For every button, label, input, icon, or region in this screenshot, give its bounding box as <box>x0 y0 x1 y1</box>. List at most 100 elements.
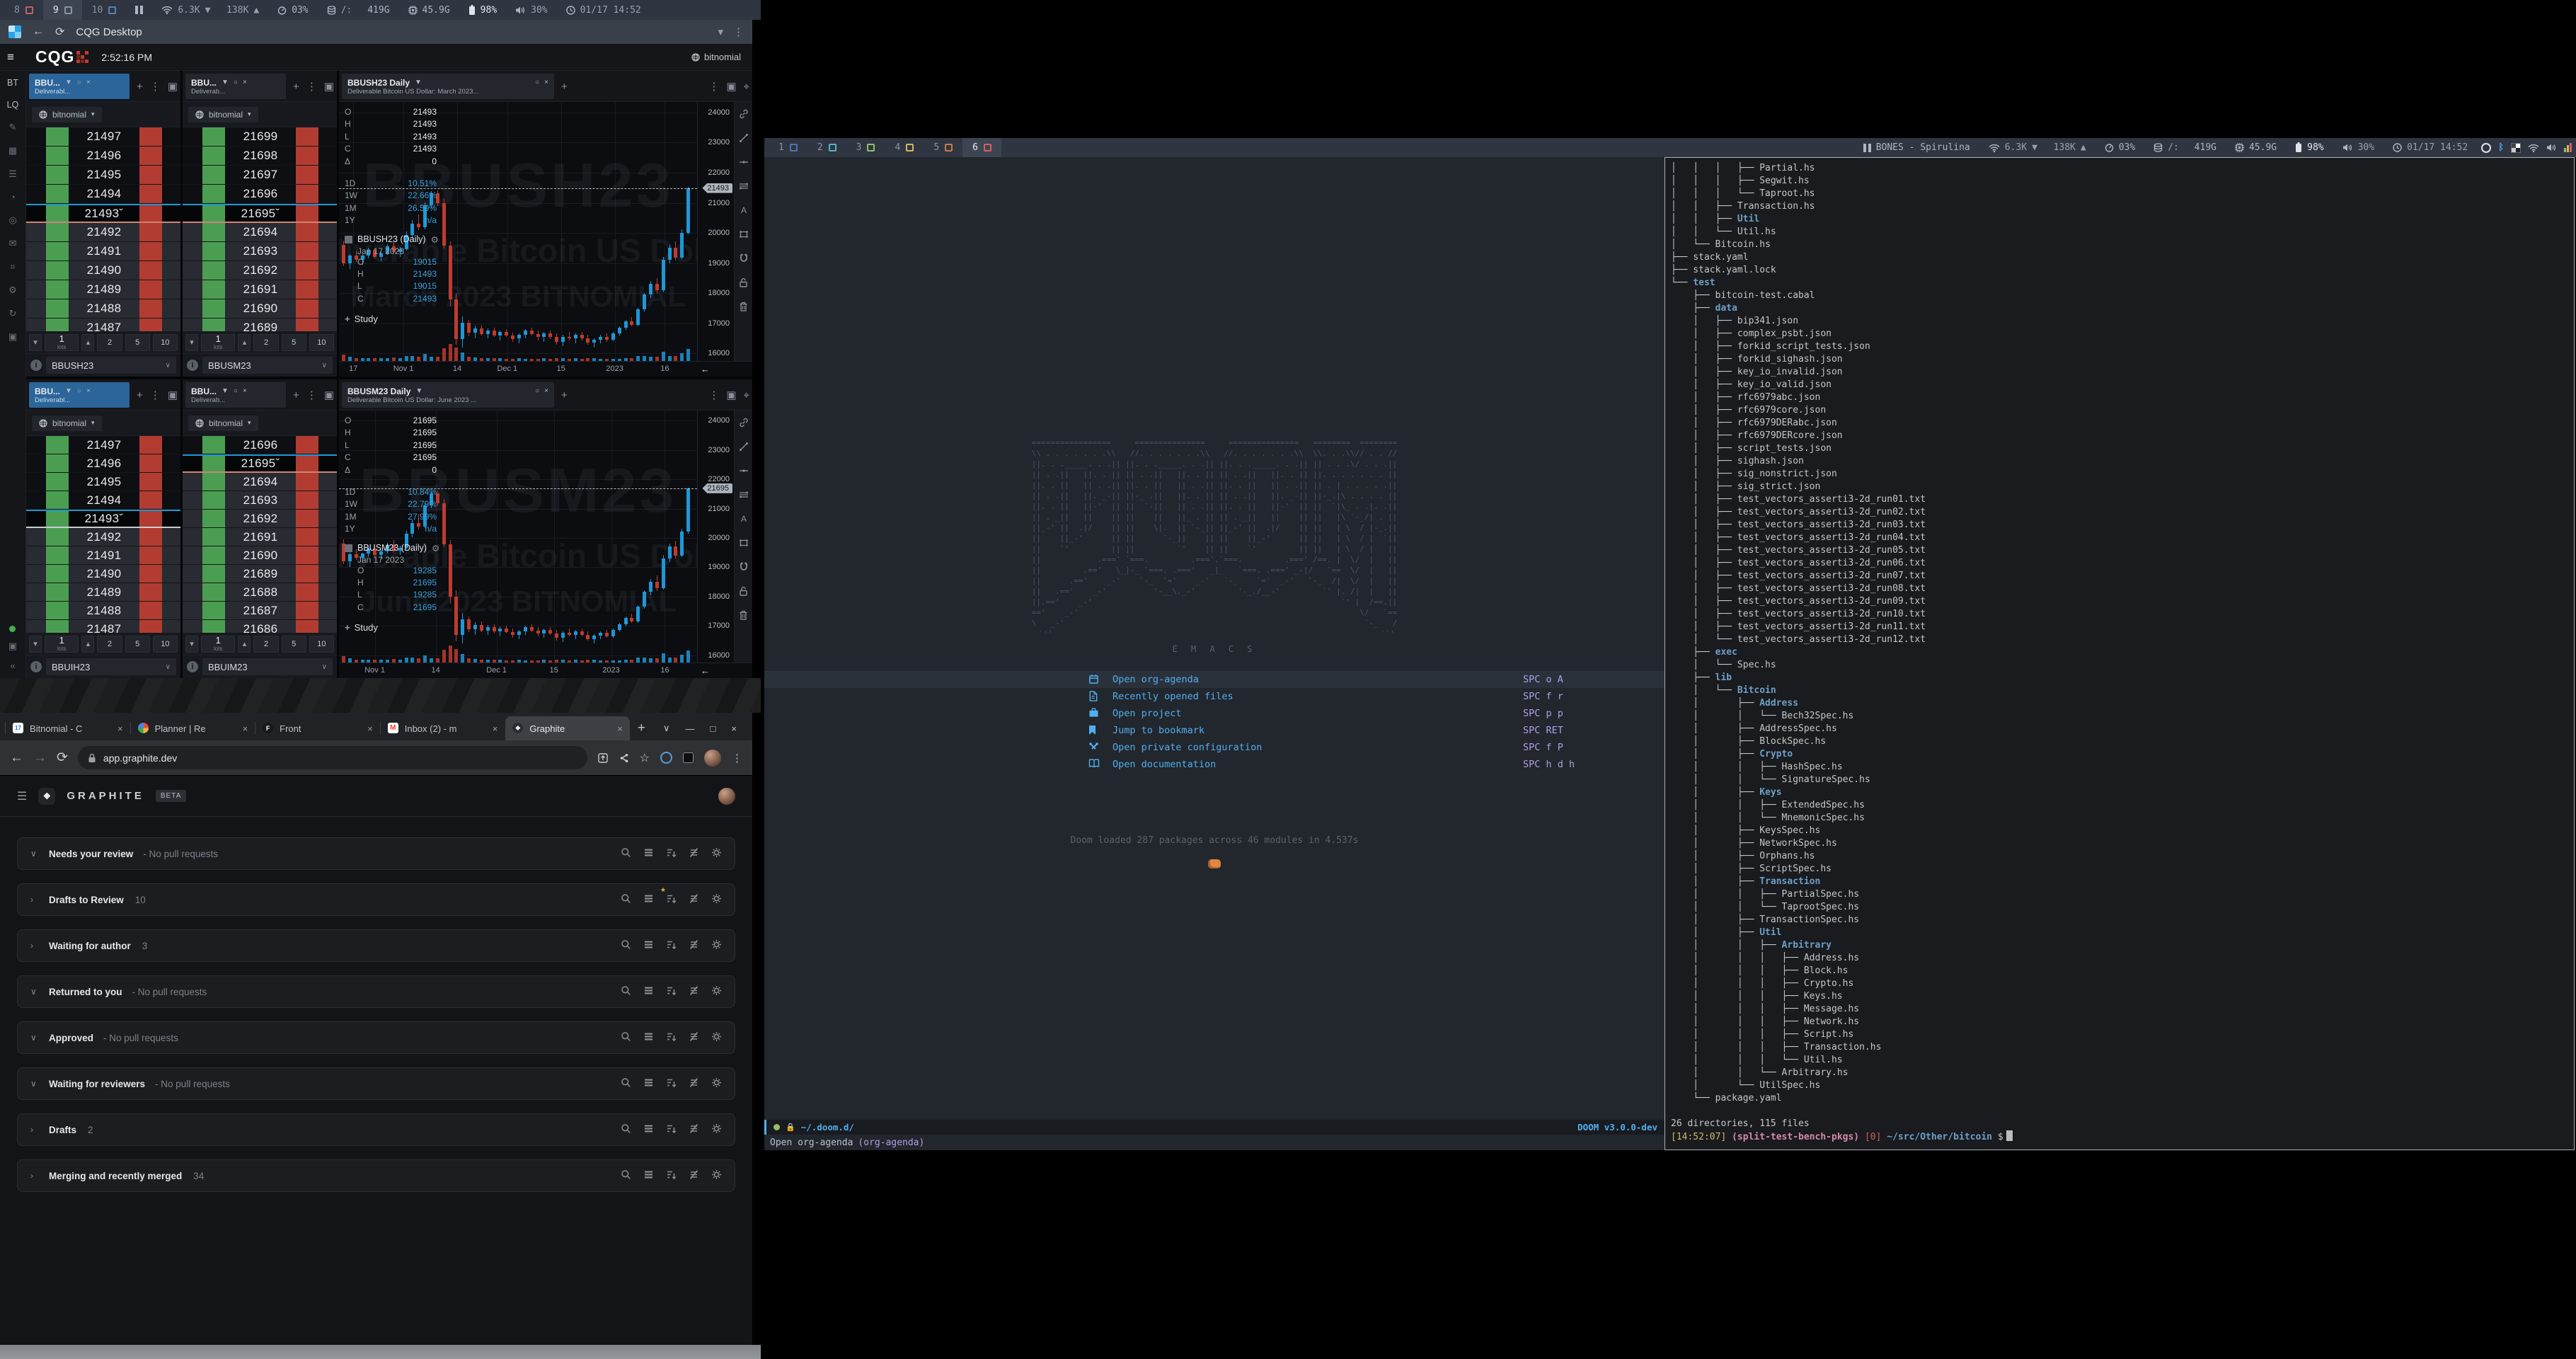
bid-cell[interactable] <box>202 602 225 619</box>
chart-legend[interactable]: BBUSH23 (Daily)⚙Jan 17 2023O19015H21493L… <box>345 234 439 306</box>
order-cell[interactable] <box>162 546 180 564</box>
qty-preset-10[interactable]: 10 <box>309 636 334 653</box>
ask-cell[interactable] <box>139 205 162 222</box>
tab-close-icon[interactable]: × <box>367 723 373 734</box>
list-view-icon[interactable] <box>643 985 654 998</box>
bid-cell[interactable] <box>202 242 225 260</box>
x-axis[interactable]: 17Nov 114Dec 115202316← <box>339 361 752 377</box>
forward-button[interactable]: → <box>33 750 47 766</box>
order-cell[interactable] <box>162 280 180 299</box>
ladder-row[interactable]: 21690 <box>183 546 337 565</box>
order-cell[interactable] <box>318 473 337 491</box>
ladder-row[interactable]: 21495 <box>26 473 180 491</box>
bid-cell[interactable] <box>46 280 69 299</box>
menu-item-jump-to-bookmark[interactable]: Jump to bookmarkSPC RET <box>764 722 1664 739</box>
qty-preset-2[interactable]: 2 <box>253 636 278 653</box>
ladder-row[interactable]: 21691 <box>183 280 337 299</box>
ladder-row[interactable]: 21489 <box>26 280 180 299</box>
order-cell[interactable] <box>26 473 46 491</box>
price-cell[interactable]: 21497 <box>69 127 139 146</box>
workspace-10[interactable]: 10 <box>82 0 127 20</box>
info-icon[interactable]: i <box>187 360 198 371</box>
account-selector[interactable]: bitnomial▾ <box>188 415 258 431</box>
tab-close-icon[interactable]: × <box>243 723 248 734</box>
ladder-row[interactable]: 21695ˇ <box>183 454 337 473</box>
ladder-row[interactable]: 21686 <box>183 620 337 633</box>
order-cell[interactable] <box>26 261 46 280</box>
hash-icon[interactable]: ⌗ <box>10 261 15 273</box>
bid-cell[interactable] <box>46 454 69 472</box>
price-cell[interactable]: 21694 <box>225 223 296 241</box>
browser-tab-inbox-2-m[interactable]: MInbox (2) - m× <box>381 716 505 740</box>
ladder-row[interactable]: 21695ˇ <box>183 204 337 223</box>
link-tool-icon[interactable] <box>739 418 749 431</box>
section-settings-icon[interactable] <box>711 1077 722 1090</box>
price-cell[interactable]: 21693 <box>225 242 296 260</box>
sort-icon[interactable] <box>666 1169 677 1182</box>
bid-cell[interactable] <box>202 147 225 165</box>
price-cell[interactable]: 21692 <box>225 261 296 280</box>
price-cell[interactable]: 21494 <box>69 491 139 509</box>
add-tab-icon[interactable]: + <box>561 81 568 93</box>
menu-item-recently-opened-files[interactable]: Recently opened filesSPC f r <box>764 688 1664 705</box>
refresh-icon[interactable]: ↻ <box>9 308 17 319</box>
extension-icon[interactable] <box>683 752 694 763</box>
section-settings-icon[interactable] <box>711 1169 722 1182</box>
grid-icon[interactable]: ▦ <box>8 145 17 156</box>
workspace-6[interactable]: 6 <box>962 138 1001 157</box>
price-cell[interactable]: 21691 <box>225 528 296 546</box>
section-settings-icon[interactable] <box>711 847 722 860</box>
account-selector[interactable]: bitnomial▾ <box>32 107 102 122</box>
user-avatar[interactable] <box>718 788 735 805</box>
maximize-icon[interactable]: □ <box>711 723 716 734</box>
price-cell[interactable]: 21489 <box>69 280 139 299</box>
qty-increment[interactable]: ▴ <box>81 334 94 351</box>
ask-cell[interactable] <box>139 242 162 260</box>
order-cell[interactable] <box>183 223 202 241</box>
price-cell[interactable]: 21491 <box>69 546 139 564</box>
bid-cell[interactable] <box>46 185 69 203</box>
order-cell[interactable] <box>26 436 46 454</box>
cqg-titlebar[interactable]: ← ⟳ CQG Desktop ▾⋮ <box>0 20 752 44</box>
chevron-down-icon[interactable]: ▼ <box>65 387 72 395</box>
kebab-icon[interactable]: ⋮ <box>150 389 161 401</box>
list-view-icon[interactable] <box>643 847 654 860</box>
filter-icon[interactable] <box>689 1169 699 1182</box>
qty-value[interactable]: 1lots <box>201 334 235 351</box>
ask-cell[interactable] <box>296 205 318 222</box>
order-cell[interactable] <box>162 491 180 509</box>
chart-plot[interactable]: BBUSM23Deliverable Bitcoin US DollarJune… <box>339 411 697 663</box>
order-cell[interactable] <box>318 261 337 280</box>
list-view-icon[interactable] <box>643 939 654 952</box>
ladder-row[interactable]: 21690 <box>183 299 337 319</box>
text-tool-icon[interactable]: A <box>739 514 749 527</box>
kebab-icon[interactable]: ⋮ <box>708 80 719 93</box>
workspace-9[interactable]: 9 <box>43 0 82 20</box>
kebab-icon[interactable]: ⋮ <box>150 80 161 93</box>
info-icon[interactable]: i <box>187 661 198 672</box>
bid-cell[interactable] <box>46 242 69 260</box>
pr-section-drafts-to-review[interactable]: ›Drafts to Review10★ <box>17 883 735 916</box>
maximize-icon[interactable]: ▣ <box>168 389 178 401</box>
order-cell[interactable] <box>318 299 337 318</box>
kebab-icon[interactable]: ⋮ <box>708 389 719 401</box>
order-cell[interactable] <box>183 299 202 318</box>
price-cell[interactable]: 21488 <box>69 299 139 318</box>
price-cell[interactable]: 21490 <box>69 565 139 583</box>
ladder-row[interactable]: 21494 <box>26 185 180 204</box>
order-cell[interactable] <box>183 473 202 491</box>
qty-preset-2[interactable]: 2 <box>253 334 278 351</box>
ask-cell[interactable] <box>296 185 318 203</box>
qty-value[interactable]: 1lots <box>45 334 79 351</box>
workspace-3[interactable]: 3 <box>846 138 885 157</box>
ladder-row[interactable]: 21689 <box>183 565 337 583</box>
qty-increment[interactable]: ▴ <box>238 334 251 351</box>
filter-icon[interactable] <box>689 1031 699 1044</box>
bid-cell[interactable] <box>46 436 69 454</box>
sort-icon[interactable] <box>666 893 677 906</box>
order-cell[interactable] <box>183 319 202 331</box>
qty-decrement[interactable]: ▾ <box>185 334 198 351</box>
pencil-icon[interactable]: ✎ <box>9 122 17 133</box>
price-cell[interactable]: 21487 <box>69 319 139 331</box>
maximize-icon[interactable]: ▣ <box>726 80 736 93</box>
